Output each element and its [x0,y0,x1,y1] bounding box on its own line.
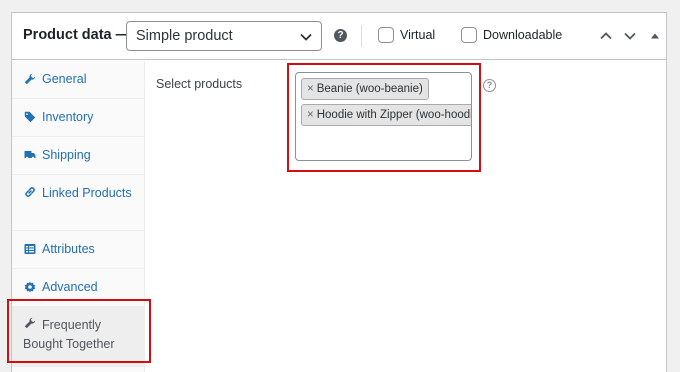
tab-label: Advanced [42,280,98,294]
gear-icon [24,281,36,293]
chevron-down-icon [300,33,312,41]
help-icon[interactable]: ? [334,29,347,42]
tab-label: Inventory [42,110,94,124]
product-data-panel: Product data — Simple product ? Virtual … [7,12,667,372]
tab-linked-products[interactable]: Linked Products [12,175,145,231]
collapse-triangle-icon[interactable] [648,29,662,43]
field-highlight-box [287,63,481,172]
tab-general[interactable]: General [12,61,145,99]
divider [361,25,362,47]
chevron-down-icon[interactable] [623,29,637,43]
downloadable-label: Downloadable [483,28,563,42]
product-type-select[interactable]: Simple product [126,21,322,51]
help-icon[interactable]: ? [483,79,496,92]
tag-icon [24,111,36,123]
panel-header: Product data — Simple product ? Virtual … [12,13,666,60]
virtual-checkbox[interactable] [378,27,394,43]
tab-label: Attributes [42,242,95,256]
tab-shipping[interactable]: Shipping [12,137,145,175]
tab-highlight-box [7,299,151,363]
tab-attributes[interactable]: Attributes [12,231,145,269]
tab-label: Shipping [42,148,91,162]
wrench-icon [24,73,36,85]
truck-icon [24,151,36,158]
tab-label: General [42,72,87,86]
virtual-label: Virtual [400,28,436,42]
list-icon [24,244,36,254]
downloadable-checkbox[interactable] [461,27,477,43]
select-products-label: Select products [156,77,243,91]
tab-inventory[interactable]: Inventory [12,99,145,137]
panel-title: Product data — [23,27,131,43]
tab-label: Linked Products [42,186,132,200]
product-type-value: Simple product [136,28,233,44]
chevron-up-icon[interactable] [599,29,613,43]
